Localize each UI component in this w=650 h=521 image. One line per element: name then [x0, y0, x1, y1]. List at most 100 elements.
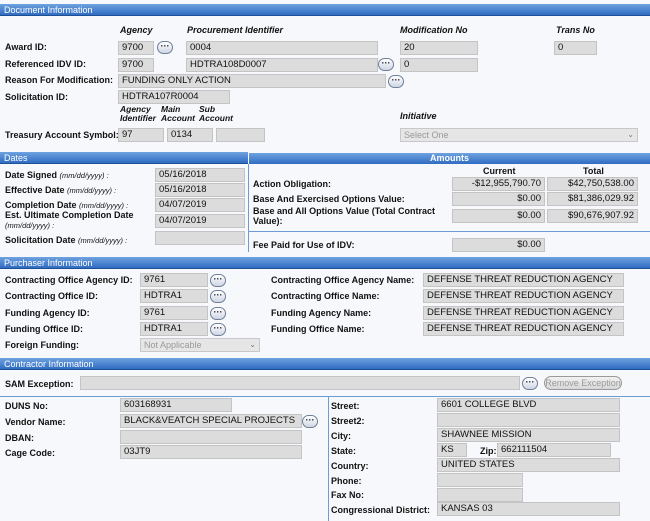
col-procurement-identifier: Procurement Identifier — [187, 25, 284, 35]
award-proc-id-field[interactable]: 0004 — [186, 41, 378, 55]
initiative-label: Initiative — [400, 111, 437, 121]
sam-exception-label: SAM Exception: — [5, 379, 74, 389]
street2-label: Street2: — [331, 416, 365, 426]
tas-main-field[interactable]: 0134 — [167, 128, 213, 142]
solicitation-id-field[interactable]: HDTRA107R0004 — [118, 90, 230, 104]
solicitation-date-field[interactable] — [155, 231, 245, 245]
effective-date-field[interactable]: 05/16/2018 — [155, 183, 245, 197]
vendor-name-field: BLACK&VEATCH SPECIAL PROJECTS — [120, 414, 302, 428]
chevron-down-icon: ⌄ — [627, 130, 634, 139]
est-completion-date-label: Est. Ultimate Completion Date (mm/dd/yyy… — [5, 210, 134, 230]
effective-date-label: Effective Date (mm/dd/yyyy) : — [5, 185, 117, 195]
funding-office-id-lookup-icon[interactable]: ··· — [210, 323, 226, 336]
foreign-funding-value: Not Applicable — [144, 340, 202, 350]
fee-paid-label: Fee Paid for Use of IDV: — [253, 240, 355, 250]
ref-proc-id-field[interactable]: HDTRA108D0007 — [186, 58, 378, 72]
cage-code-field: 03JT9 — [120, 445, 302, 459]
funding-office-name-field: DEFENSE THREAT REDUCTION AGENCY — [423, 322, 624, 336]
sam-exception-field[interactable] — [80, 376, 520, 390]
dates-header: Dates — [0, 152, 248, 164]
amounts-header: Amounts — [249, 153, 650, 164]
funding-agency-id-field[interactable]: 9761 — [140, 306, 208, 320]
award-agency-field[interactable]: 9700 — [118, 41, 154, 55]
funding-agency-id-lookup-icon[interactable]: ··· — [210, 307, 226, 320]
street-field: 6601 COLLEGE BLVD — [437, 398, 620, 412]
initiative-select[interactable]: Select One ⌄ — [400, 128, 638, 142]
contractor-info-header: Contractor Information — [0, 358, 650, 370]
city-field: SHAWNEE MISSION — [437, 428, 620, 442]
funding-agency-name-label: Funding Agency Name: — [271, 308, 372, 318]
country-label: Country: — [331, 461, 369, 471]
co-agency-id-field[interactable]: 9761 — [140, 273, 208, 287]
ref-idv-lookup-icon[interactable]: ··· — [378, 58, 394, 71]
co-id-label: Contracting Office ID: — [5, 291, 99, 301]
base-exercised-total: $81,386,029.92 — [547, 192, 638, 206]
base-exercised-current: $0.00 — [452, 192, 545, 206]
funding-office-name-label: Funding Office Name: — [271, 324, 365, 334]
award-id-label: Award ID: — [5, 42, 47, 52]
col-agency: Agency — [120, 25, 153, 35]
date-signed-field[interactable]: 05/16/2018 — [155, 168, 245, 182]
chevron-down-icon: ⌄ — [249, 340, 256, 349]
col-modification-no: Modification No — [400, 25, 468, 35]
remove-exception-button[interactable]: Remove Exception — [544, 376, 622, 390]
fax-label: Fax No: — [331, 490, 365, 500]
fax-field — [437, 488, 523, 502]
tas-col-sub: Sub Account — [199, 104, 233, 123]
award-agency-lookup-icon[interactable]: ··· — [157, 41, 173, 54]
co-id-field[interactable]: HDTRA1 — [140, 289, 208, 303]
city-label: City: — [331, 431, 351, 441]
action-obligation-current: -$12,955,790.70 — [452, 177, 545, 191]
sam-exception-lookup-icon[interactable]: ··· — [522, 377, 538, 390]
co-agency-name-field: DEFENSE THREAT REDUCTION AGENCY — [423, 273, 624, 287]
referenced-idv-label: Referenced IDV ID: — [5, 59, 87, 69]
co-id-lookup-icon[interactable]: ··· — [210, 290, 226, 303]
completion-date-field[interactable]: 04/07/2019 — [155, 198, 245, 212]
tas-agency-field[interactable]: 97 — [118, 128, 164, 142]
co-name-field: DEFENSE THREAT REDUCTION AGENCY — [423, 289, 624, 303]
base-all-options-label: Base and All Options Value (Total Contra… — [253, 206, 436, 226]
reason-lookup-icon[interactable]: ··· — [388, 75, 404, 88]
zip-field: 662111504 — [497, 443, 611, 457]
funding-office-id-label: Funding Office ID: — [5, 324, 83, 334]
foreign-funding-label: Foreign Funding: — [5, 340, 79, 350]
duns-field[interactable]: 603168931 — [120, 398, 232, 412]
tas-col-agency: Agency Identifier — [120, 104, 156, 123]
reason-label: Reason For Modification: — [5, 75, 113, 85]
ref-agency-field[interactable]: 9700 — [118, 58, 154, 72]
base-exercised-label: Base And Exercised Options Value: — [253, 194, 405, 204]
tas-col-main: Main Account — [161, 104, 195, 123]
document-info-header: Document Information — [0, 4, 650, 16]
action-obligation-total: $42,750,538.00 — [547, 177, 638, 191]
co-agency-id-label: Contracting Office Agency ID: — [5, 275, 133, 285]
ref-mod-no-field[interactable]: 0 — [400, 58, 478, 72]
phone-label: Phone: — [331, 476, 362, 486]
foreign-funding-select[interactable]: Not Applicable ⌄ — [140, 338, 260, 352]
reason-field[interactable]: FUNDING ONLY ACTION — [118, 74, 386, 88]
co-agency-id-lookup-icon[interactable]: ··· — [210, 274, 226, 287]
tas-sub-field[interactable] — [216, 128, 265, 142]
country-field: UNITED STATES — [437, 458, 620, 472]
cage-code-label: Cage Code: — [5, 448, 56, 458]
amounts-col-current: Current — [483, 166, 516, 176]
co-agency-name-label: Contracting Office Agency Name: — [271, 275, 415, 285]
funding-office-id-field[interactable]: HDTRA1 — [140, 322, 208, 336]
congressional-district-label: Congressional District: — [331, 505, 431, 515]
zip-label: Zip: — [480, 446, 497, 456]
solicitation-date-label: Solicitation Date (mm/dd/yyyy) : — [5, 235, 128, 245]
base-all-options-current: $0.00 — [452, 209, 545, 223]
award-trans-no-field[interactable]: 0 — [554, 41, 597, 55]
duns-label: DUNS No: — [5, 401, 48, 411]
co-name-label: Contracting Office Name: — [271, 291, 380, 301]
vendor-lookup-icon[interactable]: ··· — [302, 415, 318, 428]
tas-label: Treasury Account Symbol: — [5, 130, 119, 140]
state-field: KS — [437, 443, 467, 457]
est-completion-date-field[interactable]: 04/07/2019 — [155, 214, 245, 228]
dban-field — [120, 430, 302, 444]
award-mod-no-field[interactable]: 20 — [400, 41, 478, 55]
street2-field — [437, 413, 620, 427]
funding-agency-id-label: Funding Agency ID: — [5, 308, 90, 318]
col-trans-no: Trans No — [556, 25, 595, 35]
street-label: Street: — [331, 401, 360, 411]
purchaser-info-header: Purchaser Information — [0, 257, 650, 269]
